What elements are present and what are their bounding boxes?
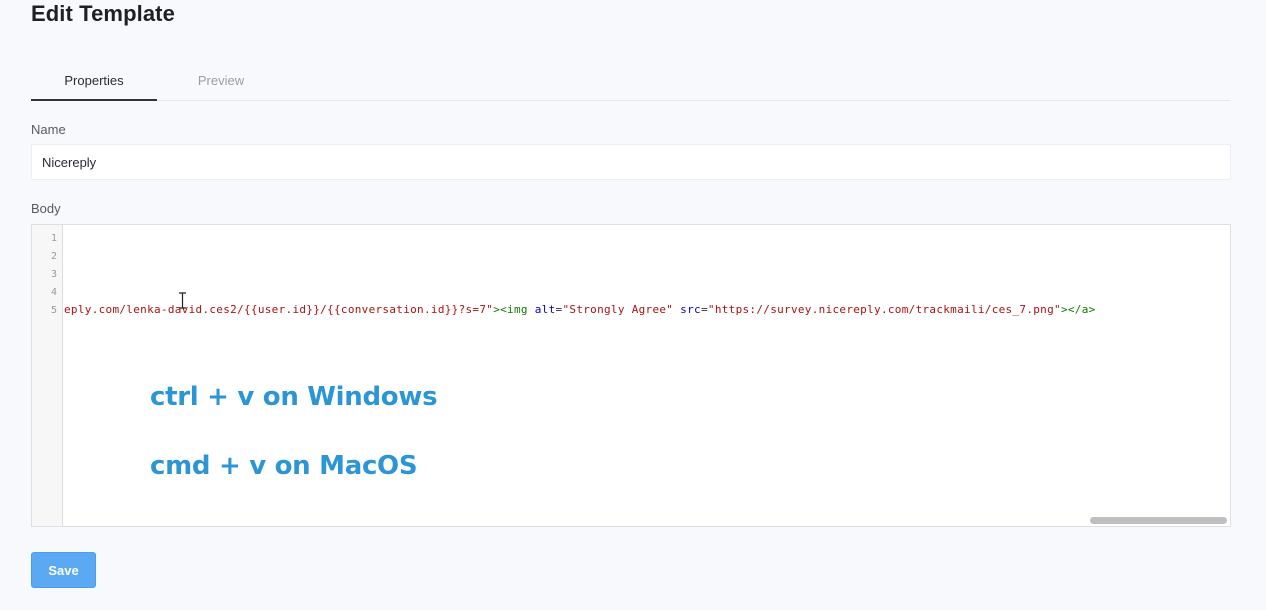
code-attribute: alt <box>534 303 556 316</box>
page-title: Edit Template <box>31 1 175 26</box>
text-cursor-icon <box>179 292 186 309</box>
body-label: Body <box>31 201 61 216</box>
overlay-instruction-windows: ctrl + v on Windows <box>150 382 438 412</box>
horizontal-scrollbar[interactable] <box>1090 517 1227 524</box>
body-code-editor[interactable]: 1 2 3 4 5 eply.com/lenka-david.ces2/{{us… <box>31 224 1231 527</box>
line-number: 1 <box>50 233 57 244</box>
line-number: 4 <box>50 287 57 298</box>
line-number-gutter: 1 2 3 4 5 <box>32 225 63 526</box>
code-tag: ><img <box>493 303 535 316</box>
tab-properties[interactable]: Properties <box>31 62 157 101</box>
code-line-5[interactable]: eply.com/lenka-david.ces2/{{user.id}}/{{… <box>64 303 1096 317</box>
code-attribute: src <box>680 303 701 316</box>
save-button[interactable]: Save <box>31 552 96 588</box>
line-number: 2 <box>50 251 57 262</box>
code-tag: ></a> <box>1060 303 1096 316</box>
tab-preview[interactable]: Preview <box>157 62 285 101</box>
code-string: "https://survey.nicereply.com/trackmaili… <box>707 303 1061 316</box>
code-string: eply.com/lenka-david.ces2/{{user.id}}/{{… <box>64 303 494 316</box>
name-label: Name <box>31 122 66 137</box>
code-operator: = <box>700 303 708 316</box>
code-string: "Strongly Agree" <box>562 303 674 316</box>
overlay-instruction-macos: cmd + v on MacOS <box>150 451 418 481</box>
tab-bar: Properties Preview <box>31 62 1230 101</box>
line-number: 5 <box>50 305 57 316</box>
line-number: 3 <box>50 269 57 280</box>
name-input[interactable] <box>31 144 1231 180</box>
